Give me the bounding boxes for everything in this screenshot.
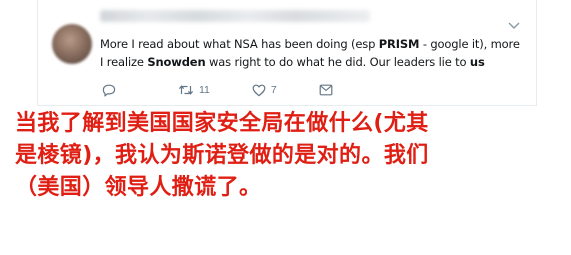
tweet-text-bold: us [469,55,485,69]
heart-icon [252,84,266,97]
translation-caption: 当我了解到美国国家安全局在做什么(尤其 是棱镜)，我认为斯诺登做的是对的。我们 … [15,108,565,204]
tweet-text-segment: More I read about what NSA has been doin… [100,37,379,51]
caption-line: 是棱镜)，我认为斯诺登做的是对的。我们 [15,143,429,168]
tweet-text-bold: PRISM [378,37,420,51]
blurred-user-header [100,10,370,22]
tweet-card[interactable]: More I read about what NSA has been doin… [37,0,537,106]
reply-button[interactable] [102,84,116,97]
tweet-text-segment: was right to do what he did. Our leaders… [205,55,470,69]
caption-line: （美国）领导人撒谎了。 [15,175,262,200]
retweet-icon [178,84,194,96]
tweet-actions: 11 7 [100,80,400,100]
caption-line: 当我了解到美国国家安全局在做什么(尤其 [15,111,429,136]
avatar[interactable] [52,24,92,64]
retweet-count: 11 [199,84,210,96]
direct-message-icon [319,84,333,96]
chevron-down-icon[interactable] [508,22,520,32]
tweet-text-bold: Snowden [147,55,206,69]
like-count: 7 [270,84,277,96]
reply-icon [102,84,116,97]
tweet-text: More I read about what NSA has been doin… [100,35,520,71]
retweet-button[interactable]: 11 [178,84,210,96]
like-button[interactable]: 7 [252,84,277,97]
direct-message-button[interactable] [319,84,333,96]
